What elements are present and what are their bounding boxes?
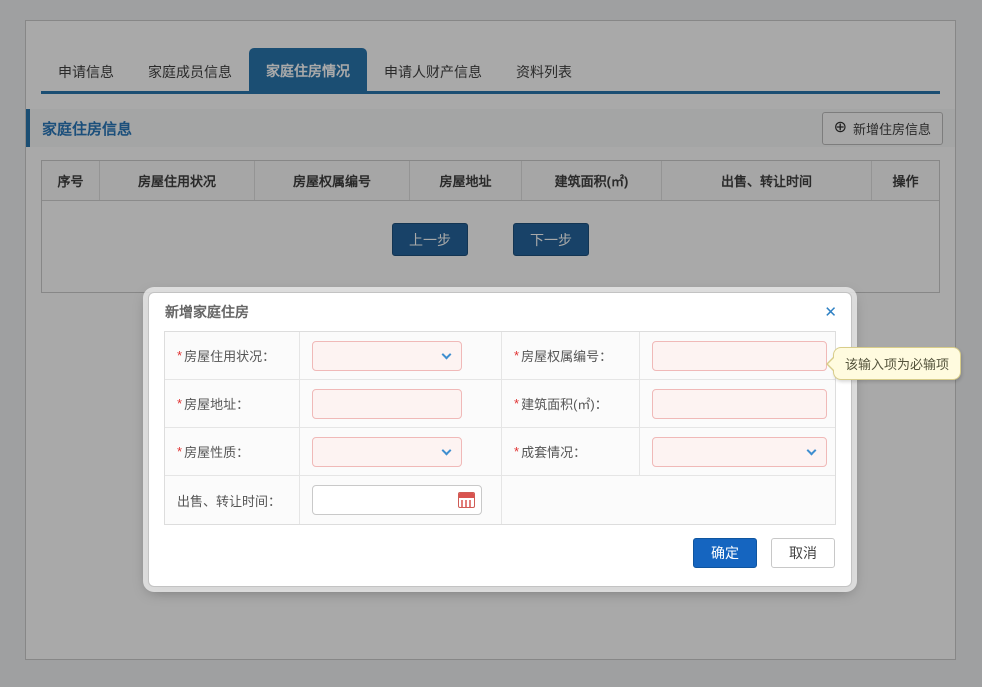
modal-title: 新增家庭住房: [165, 302, 249, 322]
form-row-1: * 房屋住用状况： * 房屋权属编号：: [165, 332, 835, 380]
building-area-input[interactable]: [652, 389, 827, 419]
required-mark: *: [514, 396, 519, 411]
modal-header: 新增家庭住房 ✕: [149, 293, 851, 331]
form-row-3: * 房屋性质： * 成套情况：: [165, 428, 835, 476]
building-area-label: * 建筑面积(㎡)：: [502, 380, 640, 427]
complete-set-select[interactable]: [652, 437, 827, 467]
calendar-icon[interactable]: [458, 492, 475, 508]
chevron-down-icon: [807, 445, 817, 455]
required-mark: *: [514, 348, 519, 363]
property-type-select[interactable]: [312, 437, 462, 467]
required-mark: *: [177, 348, 182, 363]
close-icon[interactable]: ✕: [824, 305, 837, 320]
required-mark: *: [177, 444, 182, 459]
form-row-4: 出售、转让时间：: [165, 476, 835, 524]
cancel-button[interactable]: 取消: [771, 538, 835, 568]
housing-form: * 房屋住用状况： * 房屋权属编号： * 房屋地址：: [164, 331, 836, 525]
address-input[interactable]: [312, 389, 462, 419]
ownership-number-input[interactable]: [652, 341, 827, 371]
modal-footer: 确定 取消: [149, 538, 835, 568]
usage-status-select[interactable]: [312, 341, 462, 371]
chevron-down-icon: [442, 349, 452, 359]
chevron-down-icon: [442, 445, 452, 455]
ownership-number-label: * 房屋权属编号：: [502, 332, 640, 379]
sale-transfer-time-label: 出售、转让时间：: [165, 476, 300, 524]
sale-transfer-time-input[interactable]: [312, 485, 482, 515]
complete-set-label: * 成套情况：: [502, 428, 640, 475]
required-mark: *: [177, 396, 182, 411]
usage-status-label: * 房屋住用状况：: [165, 332, 300, 379]
required-field-tooltip: 该输入项为必输项: [833, 347, 961, 380]
required-mark: *: [514, 444, 519, 459]
property-type-label: * 房屋性质：: [165, 428, 300, 475]
form-row-2: * 房屋地址： * 建筑面积(㎡)：: [165, 380, 835, 428]
add-housing-modal: 新增家庭住房 ✕ * 房屋住用状况： * 房屋权属编号：: [148, 292, 852, 587]
address-label: * 房屋地址：: [165, 380, 300, 427]
confirm-button[interactable]: 确定: [693, 538, 757, 568]
empty-cell: [502, 476, 835, 524]
